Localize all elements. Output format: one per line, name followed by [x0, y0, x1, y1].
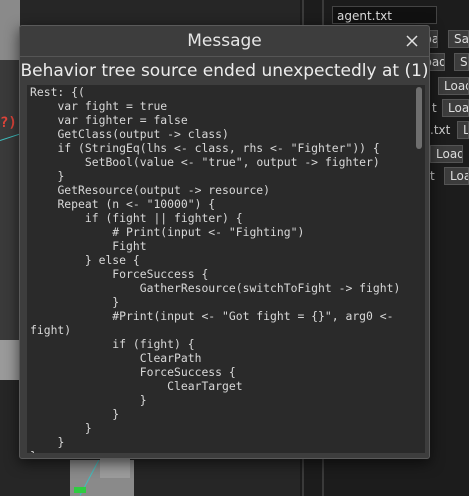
load-button[interactable]: Lo: [457, 121, 469, 139]
error-message: Behavior tree source ended unexpectedly …: [20, 61, 429, 81]
terrain-block: [0, 0, 20, 60]
source-code-view[interactable]: Rest: {( var fight = true var fighter = …: [27, 85, 425, 453]
terrain-block: [0, 340, 20, 380]
save-button[interactable]: Sav: [448, 30, 469, 48]
dialog-titlebar[interactable]: Message: [20, 26, 429, 57]
unit-sprite: [74, 487, 86, 493]
load-button[interactable]: Load: [438, 77, 469, 95]
source-code-text: Rest: {( var fight = true var fighter = …: [30, 85, 401, 453]
file-label: t: [432, 101, 437, 115]
file-label: .txt: [430, 123, 451, 137]
terrain-block: [100, 458, 130, 478]
load-button[interactable]: Load: [430, 145, 463, 163]
save-button[interactable]: Sa: [454, 53, 469, 71]
load-button[interactable]: Load: [442, 99, 469, 117]
message-dialog: Message Behavior tree source ended unexp…: [19, 25, 430, 459]
filename-field[interactable]: agent.txt: [332, 6, 437, 24]
dialog-title: Message: [187, 31, 262, 51]
load-button[interactable]: Load: [444, 167, 469, 185]
scrollbar-thumb[interactable]: [416, 87, 422, 149]
app-window: ?) agent.txt Load Sav Load Sa Load t Loa…: [0, 0, 469, 496]
close-icon[interactable]: [403, 32, 421, 50]
file-label: t: [430, 169, 435, 183]
unit-marker: ?): [0, 115, 17, 131]
terrain-block: [0, 60, 20, 340]
vertical-scrollbar[interactable]: [414, 85, 424, 453]
